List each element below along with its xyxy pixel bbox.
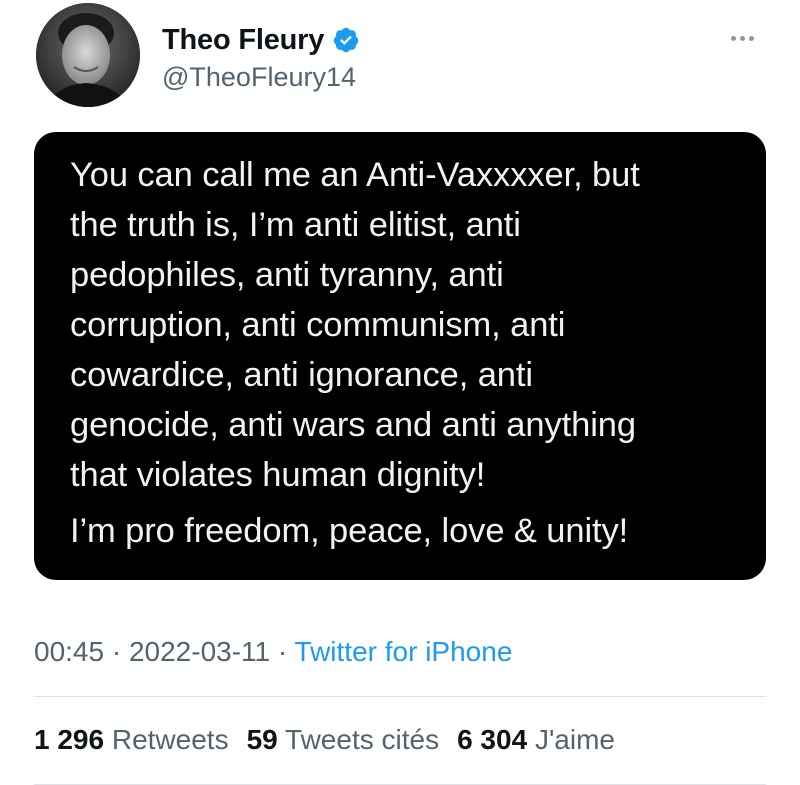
likes-stat[interactable]: 6 304 J'aime [457,724,615,756]
more-options-icon[interactable] [722,26,762,50]
display-name[interactable]: Theo Fleury [162,24,324,57]
verified-badge-icon [332,26,360,54]
meta-separator: · [111,636,122,667]
tweet-time[interactable]: 00:45 [34,636,104,667]
author-handle[interactable]: @TheoFleury14 [162,62,356,93]
quotes-label: Tweets cités [285,724,440,755]
tweet-date[interactable]: 2022-03-11 [129,636,270,667]
author-name-row: Theo Fleury [162,20,360,60]
likes-count: 6 304 [457,724,528,755]
retweets-label: Retweets [111,724,229,755]
retweets-count: 1 296 [34,724,105,755]
meta-separator: · [277,636,288,667]
tweet-source[interactable]: Twitter for iPhone [295,636,513,667]
quote-paragraph-1: You can call me an Anti-Vaxxxxer, but th… [70,156,640,494]
tweet-meta: 00:45 · 2022-03-11 · Twitter for iPhone [34,636,512,668]
quote-tweets-stat[interactable]: 59 Tweets cités [247,724,440,756]
tweet-detail: Theo Fleury @TheoFleury14 You can call m… [0,0,800,785]
engagement-stats: 1 296 Retweets 59 Tweets cités 6 304 J'a… [34,724,615,756]
quote-paragraph-2: I’m pro freedom, peace, love & unity! [70,512,629,550]
quote-image-card: You can call me an Anti-Vaxxxxer, but th… [34,132,766,580]
likes-label: J'aime [534,724,615,755]
quotes-count: 59 [246,724,278,755]
retweets-stat[interactable]: 1 296 Retweets [34,724,229,756]
divider [34,696,766,697]
avatar[interactable] [36,3,140,107]
